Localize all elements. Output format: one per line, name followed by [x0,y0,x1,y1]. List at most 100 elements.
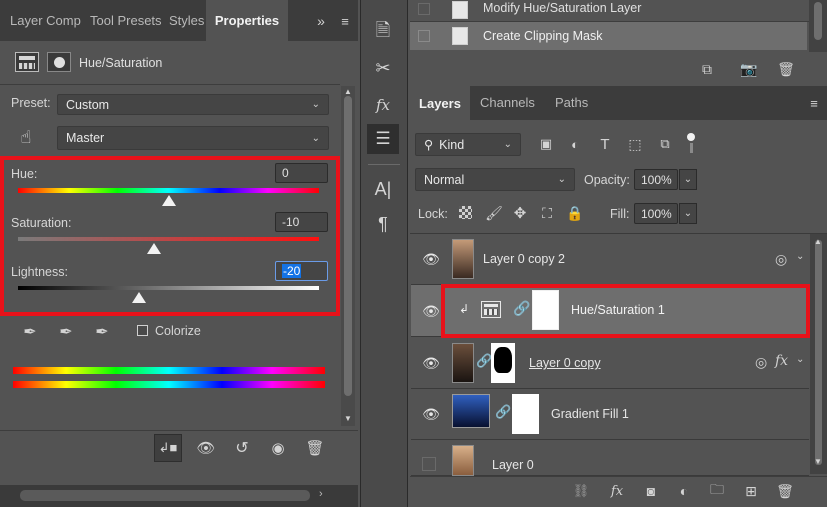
delete-layer-icon[interactable]: 🗑 [774,481,796,501]
new-adjustment-layer-icon[interactable]: ◐ [673,481,695,501]
history-item-label: Modify Hue/Saturation Layer [483,1,642,15]
tab-layers[interactable]: Layers [410,86,470,120]
scroll-up-icon[interactable]: ▲ [341,86,355,96]
chevron-down-icon: ⌄ [557,174,566,185]
output-color-bar [13,381,325,388]
blend-mode-value: Normal [424,172,465,187]
lock-transparent-icon[interactable] [459,206,472,219]
filter-adjustment-icon[interactable]: ◐ [566,135,584,153]
visibility-eye-icon[interactable]: 👁 [421,249,441,269]
layers-tab-bar [410,86,827,120]
colorize-checkbox[interactable] [137,325,148,336]
chevron-down-icon: ⌄ [311,132,320,144]
filter-pixel-icon[interactable]: ▣ [537,135,555,153]
chevron-down-icon: ⌄ [311,99,320,110]
history-panel-icon[interactable]: 🗎 [369,20,397,46]
delete-adjustment-icon[interactable]: 🗑 [302,434,328,462]
filter-smart-object-icon[interactable]: ⧉ [656,135,674,153]
tab-layer-comps[interactable]: Layer Comp [10,0,81,41]
preset-label: Preset: [11,96,51,110]
add-mask-icon[interactable]: ◙ [640,481,662,501]
opacity-chevron-icon[interactable]: ⌄ [679,169,697,190]
filter-type-icon[interactable]: T [596,135,614,153]
clip-to-layer-icon[interactable]: ↲■ [154,434,182,462]
reset-icon[interactable]: ↺ [228,434,256,462]
tab-styles[interactable]: Styles [169,0,204,41]
targeted-adjustment-hand-icon[interactable]: ☝ [14,124,38,150]
scroll-right-icon[interactable]: › [319,488,323,500]
blend-mode-dropdown[interactable]: Normal ⌄ [415,168,575,191]
toggle-visibility-icon[interactable]: ◉ [264,434,292,462]
filter-toggle-switch[interactable] [687,133,695,155]
opacity-input[interactable]: 100% [634,169,678,190]
scroll-up-icon[interactable]: ▲ [812,236,824,246]
visibility-eye-icon[interactable]: 👁 [421,353,441,373]
eyedropper-minus-icon[interactable]: ✒ [92,321,112,343]
visibility-empty-box[interactable] [422,457,436,471]
channel-value: Master [66,131,105,145]
view-previous-state-icon[interactable]: 👁 [192,434,220,462]
properties-sliders-icon[interactable]: ☰ [367,124,399,154]
paragraph-panel-icon[interactable]: ¶ [369,211,397,237]
highlight-sliders-box [0,156,340,316]
preset-dropdown[interactable]: Custom ⌄ [57,94,329,115]
tab-channels[interactable]: Channels [480,95,535,110]
colorize-label: Colorize [155,324,201,338]
properties-h-scrollbar[interactable]: › [0,485,358,507]
fx-icon[interactable]: fx [775,353,788,369]
filter-kind-dropdown[interactable]: ⚲ Kind ⌄ [415,133,521,156]
layer-thumbnail [452,445,474,476]
layer-row[interactable]: 👁 Layer 0 copy 2 ◎ ⌄ [411,234,809,285]
scroll-down-icon[interactable]: ▼ [341,413,355,423]
history-item-current[interactable]: Create Clipping Mask [410,22,807,50]
new-group-folder-icon[interactable]: 🗀 [706,481,728,501]
fill-input[interactable]: 100% [634,203,678,224]
eyedropper-plus-icon[interactable]: ✒ [56,321,76,343]
lock-brush-icon[interactable]: 🖌 [485,204,503,222]
mask-link-icon[interactable]: 🔗 [495,404,511,420]
history-item[interactable]: Modify Hue/Saturation Layer [410,0,809,22]
layer-thumbnail [452,239,474,279]
channel-dropdown[interactable]: Master ⌄ [57,126,329,150]
link-layers-icon[interactable]: ⛓ [570,481,592,501]
filter-shape-icon[interactable]: ⬚ [626,135,644,153]
collapse-panels-icon[interactable]: » [313,12,329,30]
layers-panel-menu-icon[interactable]: ≡ [807,95,821,111]
adjustment-icon[interactable] [15,52,39,72]
mask-link-icon[interactable]: 🔗 [476,353,492,369]
layers-scrollbar[interactable] [810,234,827,474]
delete-state-icon[interactable]: 🗑 [775,58,797,80]
layer-row[interactable]: 👁 🔗 Layer 0 copy ◎ fx ⌄ [411,338,809,389]
lock-position-icon[interactable]: ✥ [511,204,529,222]
actions-scissors-icon[interactable]: ✂ [369,55,397,81]
expand-chevron-icon[interactable]: ⌄ [796,251,804,262]
scroll-down-icon[interactable]: ▼ [812,456,824,466]
snapshot-camera-icon[interactable]: 📷 [738,58,760,80]
opacity-value: 100% [641,172,672,187]
eyedropper-icon[interactable]: ✒ [20,321,40,343]
layer-row[interactable]: Layer 0 [411,440,809,476]
character-panel-icon[interactable]: A| [369,176,397,202]
lock-artboard-icon[interactable]: ⛶ [538,204,556,222]
layer-name: Gradient Fill 1 [551,407,629,421]
add-layer-style-icon[interactable]: fx [606,481,628,501]
new-document-from-state-icon[interactable]: ⧉ [696,58,718,80]
properties-scrollbar[interactable] [341,86,355,426]
lock-all-icon[interactable]: 🔒 [566,204,584,222]
new-layer-icon[interactable]: ⊞ [740,481,762,501]
history-scrollbar[interactable] [809,0,827,52]
panel-menu-icon[interactable]: ≡ [338,12,352,30]
layer-name: Layer 0 [492,458,534,472]
smart-filter-icon[interactable]: ◎ [775,251,787,268]
fx-styles-icon[interactable]: fx [369,92,397,118]
fill-chevron-icon[interactable]: ⌄ [679,203,697,224]
tab-paths[interactable]: Paths [555,95,588,110]
tab-tool-presets[interactable]: Tool Presets [90,0,162,41]
tab-properties[interactable]: Properties [206,0,288,41]
mask-icon[interactable] [47,52,71,72]
expand-chevron-icon[interactable]: ⌄ [796,354,804,365]
visibility-eye-icon[interactable]: 👁 [421,301,441,321]
visibility-eye-icon[interactable]: 👁 [421,404,441,424]
layer-row[interactable]: 👁 🔗 Gradient Fill 1 [411,389,809,440]
smart-filter-icon[interactable]: ◎ [755,354,767,371]
